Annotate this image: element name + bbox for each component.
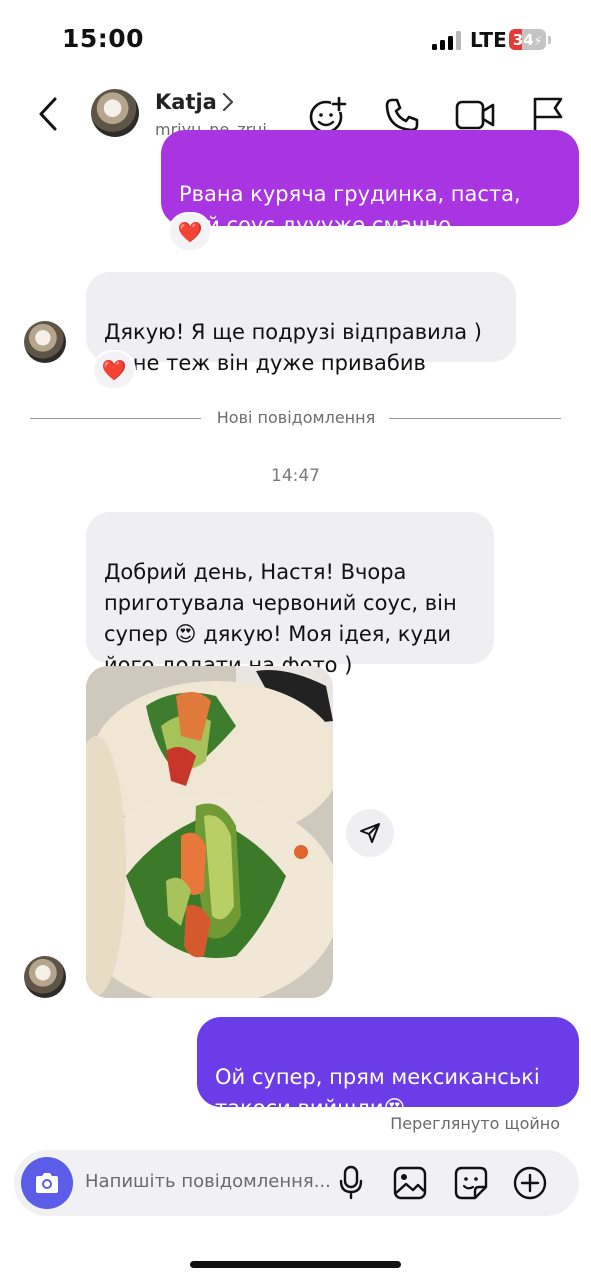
share-button[interactable] [346,809,394,857]
home-indicator[interactable] [190,1261,401,1268]
seen-status: Переглянуто щойно [390,1114,560,1133]
status-bar: 15:00 LTE 34⚡ [0,0,591,80]
phone-icon[interactable] [384,97,420,133]
divider-line-right [389,418,561,419]
send-icon [360,823,380,843]
back-icon[interactable] [36,96,60,132]
chevron-right-icon[interactable] [222,92,234,112]
message-text: Рвана куряча грудинка, паста, цей соус д… [179,182,521,237]
status-time: 15:00 [62,24,145,53]
incoming-message[interactable]: Дякую! Я ще подрузі відправила ) мене те… [86,272,516,375]
message-input[interactable]: Напишіть повідомлення... [85,1171,331,1192]
camera-icon [36,1173,58,1193]
camera-button[interactable] [21,1157,73,1209]
new-messages-label: Нові повідомлення [216,408,376,427]
divider-line-left [30,418,201,419]
contact-avatar-small[interactable] [24,956,66,998]
heart-icon: ❤️ [101,358,127,382]
video-call-icon[interactable] [455,98,495,132]
plus-icon[interactable] [512,1165,548,1201]
flag-icon[interactable] [531,96,565,134]
message-composer: Напишіть повідомлення... [14,1150,579,1216]
timestamp: 14:47 [271,466,320,486]
gallery-icon[interactable] [392,1165,428,1201]
sticker-icon[interactable] [453,1165,489,1201]
battery-cap [548,36,551,44]
message-text: Дякую! Я ще подрузі відправила ) мене те… [104,320,482,375]
outgoing-message[interactable]: Ой супер, прям мексиканські такоси вийшл… [197,1017,579,1120]
contact-avatar-small[interactable] [24,321,66,363]
tortilla-image [86,666,333,998]
incoming-message[interactable]: Добрий день, Настя! Вчора приготувала че… [86,512,494,677]
heart-reaction[interactable]: ❤️ [168,212,212,252]
message-text: Ой супер, прям мексиканські такоси вийшл… [215,1065,540,1120]
signal-icon [432,30,464,50]
contact-name[interactable]: Katja [155,90,217,114]
message-text: Добрий день, Настя! Вчора приготувала че… [104,560,457,677]
outgoing-message[interactable]: Рвана куряча грудинка, паста, цей соус д… [161,130,579,237]
heart-icon: ❤️ [177,220,203,244]
network-type: LTE [470,28,507,52]
food-photo[interactable] [86,666,333,998]
contact-avatar[interactable] [91,89,139,137]
battery-level: 34 [512,31,534,49]
battery-icon: 34⚡ [509,29,546,50]
heart-reaction[interactable]: ❤️ [92,350,136,390]
microphone-icon[interactable] [338,1165,364,1201]
